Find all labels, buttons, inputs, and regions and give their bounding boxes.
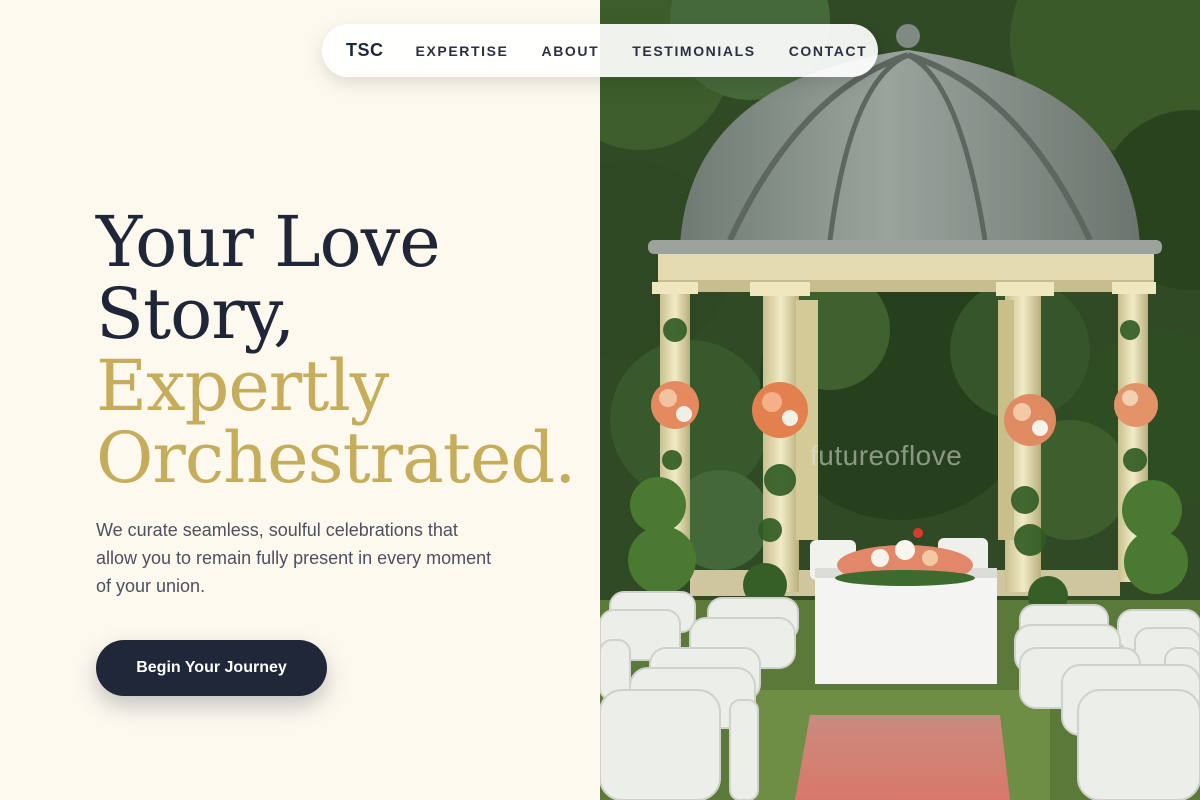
headline-line: Your Love [96,201,441,283]
image-watermark: futureoflove [810,440,963,471]
aisle-runner [795,715,1010,800]
hero-subtitle: We curate seamless, soulful celebrations… [96,520,492,596]
headline-accent-line: Orchestrated. [96,417,576,499]
brand-logo[interactable]: TSC [346,40,384,61]
nav-link-expertise[interactable]: EXPERTISE [416,43,509,59]
hero-image: futureoflove [600,0,1200,800]
nav-link-about[interactable]: ABOUT [541,43,599,59]
altar-table [810,528,997,684]
wedding-gazebo-illustration [600,0,1200,800]
nav-link-contact[interactable]: CONTACT [789,43,868,59]
hero-headline: Your Love Story, Expertly Orchestrated. [96,201,576,499]
headline-line: Story, [96,273,295,355]
landing-page: Your Love Story, Expertly Orchestrated. … [0,0,1200,800]
begin-journey-button[interactable]: Begin Your Journey [96,640,327,696]
hero-section: Your Love Story, Expertly Orchestrated. … [0,0,600,800]
headline-accent-line: Expertly [96,345,389,427]
nav-link-testimonials[interactable]: TESTIMONIALS [632,43,755,59]
top-navigation: TSC EXPERTISE ABOUT TESTIMONIALS CONTACT [322,24,878,77]
